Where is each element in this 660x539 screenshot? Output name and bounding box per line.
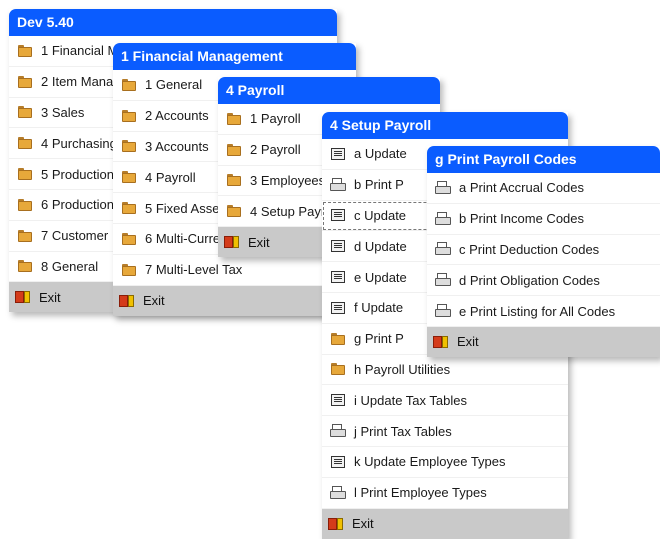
folder-icon: [226, 143, 242, 157]
menu-item[interactable]: l Print Employee Types: [322, 478, 568, 509]
menu-item-label: l Print Employee Types: [354, 485, 487, 501]
folder-icon: [121, 78, 137, 92]
menu-item-label: e Update: [354, 269, 407, 285]
menu-title: 4 Setup Payroll: [322, 112, 568, 139]
menu-item-label: a Print Accrual Codes: [459, 180, 585, 196]
update-icon: [330, 147, 346, 161]
update-icon: [330, 455, 346, 469]
menu-title: 4 Payroll: [218, 77, 440, 104]
folder-icon: [226, 204, 242, 218]
folder-icon: [121, 201, 137, 215]
menu-item[interactable]: j Print Tax Tables: [322, 416, 568, 447]
folder-icon: [17, 167, 33, 181]
menu-item-label: 1 Payroll: [250, 111, 301, 127]
menu-item-label: h Payroll Utilities: [354, 361, 451, 377]
menu-item-label: 3 Employees: [250, 172, 326, 188]
menu-title: 1 Financial Management: [113, 43, 356, 70]
folder-icon: [17, 44, 33, 58]
menu-item-label: 3 Sales: [41, 104, 85, 120]
menu-item[interactable]: d Print Obligation Codes: [427, 265, 660, 297]
menu-item[interactable]: b Print Income Codes: [427, 204, 660, 235]
menu-item-label: 5 Production: [41, 166, 114, 182]
folder-icon: [17, 259, 33, 273]
menu-item-label: f Update: [354, 300, 404, 316]
menu-item-label: 4 Payroll: [145, 169, 196, 185]
exit-label: Exit: [39, 289, 61, 305]
folder-icon: [226, 173, 242, 187]
menu-item-label: j Print Tax Tables: [354, 423, 452, 439]
menu-title: g Print Payroll Codes: [427, 146, 660, 173]
exit-label: Exit: [248, 234, 270, 250]
folder-icon: [330, 332, 346, 346]
menu-item[interactable]: h Payroll Utilities: [322, 355, 568, 386]
exit-label: Exit: [457, 334, 479, 350]
folder-icon: [121, 232, 137, 246]
menu-item[interactable]: 7 Multi-Level Tax: [113, 255, 356, 286]
update-icon: [330, 393, 346, 407]
update-icon: [330, 270, 346, 284]
exit-icon: [224, 235, 240, 249]
folder-icon: [121, 109, 137, 123]
menu-item-label: 1 General: [145, 77, 203, 93]
exit-button[interactable]: Exit: [322, 508, 568, 539]
menu-item[interactable]: c Print Deduction Codes: [427, 235, 660, 266]
menu-print-payroll-codes: g Print Payroll Codes a Print Accrual Co…: [427, 146, 660, 357]
menu-item-label: c Print Deduction Codes: [459, 241, 600, 257]
print-icon: [435, 242, 451, 256]
folder-icon: [226, 112, 242, 126]
menu-item-label: a Update: [354, 146, 407, 162]
update-icon: [330, 239, 346, 253]
folder-icon: [121, 170, 137, 184]
menu-item-label: 8 General: [41, 258, 99, 274]
exit-icon: [328, 517, 344, 531]
menu-item-label: g Print P: [354, 331, 404, 347]
menu-item[interactable]: k Update Employee Types: [322, 447, 568, 478]
menu-item-label: i Update Tax Tables: [354, 392, 467, 408]
menu-item-label: b Print Income Codes: [459, 211, 585, 227]
folder-icon: [17, 229, 33, 243]
menu-item-label: d Print Obligation Codes: [459, 272, 600, 288]
menu-item-label: k Update Employee Types: [354, 454, 506, 470]
update-icon: [330, 301, 346, 315]
folder-icon: [17, 136, 33, 150]
exit-icon: [15, 290, 31, 304]
print-icon: [435, 180, 451, 195]
menu-item-label: 2 Accounts: [145, 108, 209, 124]
exit-icon: [433, 335, 449, 349]
print-icon: [435, 273, 451, 287]
menu-item-label: 2 Payroll: [250, 142, 301, 158]
menu-item[interactable]: a Print Accrual Codes: [427, 173, 660, 204]
exit-button[interactable]: Exit: [113, 285, 356, 316]
print-icon: [435, 211, 451, 226]
menu-item-label: b Print P: [354, 177, 404, 193]
menu-title: Dev 5.40: [9, 9, 337, 36]
folder-icon: [121, 263, 137, 277]
exit-label: Exit: [143, 293, 165, 309]
folder-icon: [17, 105, 33, 119]
menu-item-label: 7 Multi-Level Tax: [145, 262, 243, 278]
folder-icon: [17, 75, 33, 89]
exit-label: Exit: [352, 516, 374, 532]
folder-icon: [121, 139, 137, 153]
menu-item-label: 4 Purchasing: [41, 135, 117, 151]
menu-item[interactable]: i Update Tax Tables: [322, 385, 568, 417]
menu-item-label: c Update: [354, 207, 407, 223]
menu-item-label: 7 Customer: [41, 228, 109, 244]
folder-icon: [17, 198, 33, 212]
menu-item-label: 5 Fixed Assets: [145, 200, 230, 216]
print-icon: [330, 177, 346, 192]
print-icon: [435, 304, 451, 318]
folder-icon: [330, 362, 346, 376]
exit-button[interactable]: Exit: [427, 326, 660, 357]
menu-item-label: d Update: [354, 238, 407, 254]
menu-item[interactable]: e Print Listing for All Codes: [427, 296, 660, 327]
menu-item-label: e Print Listing for All Codes: [459, 303, 616, 319]
menu-item-label: 6 Production: [41, 197, 114, 213]
menu-item-label: 3 Accounts: [145, 138, 209, 154]
print-icon: [330, 485, 346, 500]
update-icon: [330, 208, 346, 222]
print-icon: [330, 424, 346, 438]
exit-icon: [119, 294, 135, 308]
